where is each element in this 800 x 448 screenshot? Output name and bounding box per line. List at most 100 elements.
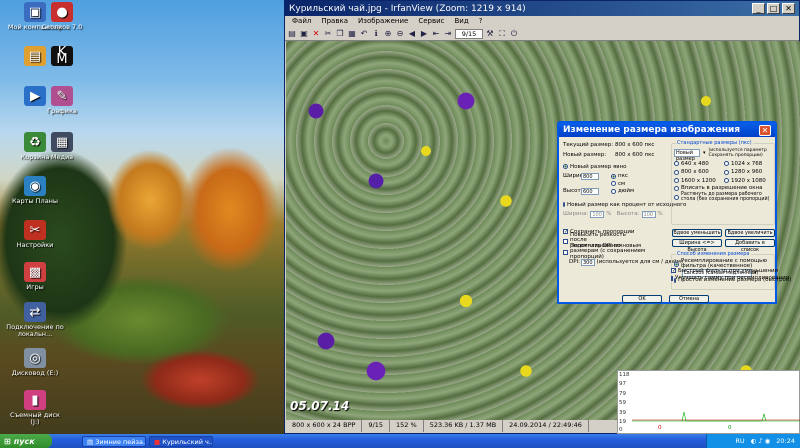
radio-px[interactable]: [611, 173, 616, 179]
swap-dimensions-button[interactable]: Ширина <=> Высота: [672, 239, 722, 253]
height-input[interactable]: 600: [581, 187, 599, 195]
exit-icon[interactable]: ⏻: [509, 29, 519, 39]
half-size-button[interactable]: Вдвое уменьшить: [672, 229, 722, 237]
tick-97: 97: [619, 381, 626, 387]
dpi-label: DPI:: [569, 259, 581, 266]
ok-button[interactable]: OK: [622, 295, 662, 303]
cut-icon[interactable]: ✂: [323, 29, 333, 39]
menu-file[interactable]: Файл: [287, 17, 316, 26]
desktop-glyph-icon: ▮: [24, 390, 46, 410]
radio-size-1600[interactable]: [674, 178, 679, 184]
undo-icon[interactable]: ↶: [359, 29, 369, 39]
desktop-icon[interactable]: K M: [32, 46, 92, 68]
method-title: Способ изменения размера: [676, 251, 751, 257]
desktop-icon[interactable]: ✂ Настройки: [5, 220, 65, 249]
pct-width-input[interactable]: 100: [590, 210, 605, 218]
desktop-glyph-icon: ▦: [51, 132, 73, 152]
monitor-legend-red: 0: [658, 425, 662, 431]
save-icon[interactable]: ▣: [299, 29, 309, 39]
language-indicator[interactable]: RU: [735, 437, 744, 445]
radio-size-640[interactable]: [674, 161, 679, 167]
radio-inch[interactable]: [611, 188, 616, 194]
folder-icon: ▤: [87, 437, 96, 446]
status-zoom: 152 %: [390, 420, 424, 432]
first-icon[interactable]: ⇤: [431, 29, 441, 39]
unit-cm: см: [618, 180, 626, 187]
window-titlebar[interactable]: Курильский чай.jpg - IrfanView (Zoom: 12…: [285, 1, 799, 16]
tick-79: 79: [619, 391, 626, 397]
prev-icon[interactable]: ◀: [407, 29, 417, 39]
copy-icon[interactable]: ❐: [335, 29, 345, 39]
minimize-button[interactable]: _: [752, 3, 765, 14]
open-icon[interactable]: ▤: [287, 29, 297, 39]
menu-image[interactable]: Изображение: [353, 17, 413, 26]
dialog-titlebar[interactable]: Изменение размера изображения ✕: [559, 123, 775, 137]
desktop-icon-label: Игры: [26, 283, 44, 291]
desktop-icon[interactable]: ⇄ Подключение по локальн...: [5, 302, 65, 338]
menu-view[interactable]: Вид: [450, 17, 474, 26]
desktop-icon[interactable]: ▩ Игры: [5, 262, 65, 291]
menu-edit[interactable]: Правка: [316, 17, 353, 26]
fast-filter-checkbox[interactable]: ✓: [671, 268, 676, 274]
zoom-out-icon[interactable]: ⊖: [395, 29, 405, 39]
desktop-icon[interactable]: ▦ Медиа: [32, 132, 92, 161]
radio-size-1280[interactable]: [724, 169, 729, 175]
status-filesize: 523.36 KB / 1.37 MB: [424, 420, 504, 432]
radio-size-1024[interactable]: [724, 161, 729, 167]
tick-0: 0: [619, 427, 623, 433]
clock[interactable]: 20:24: [776, 437, 795, 445]
desktop-glyph-icon: ⇄: [24, 302, 46, 322]
desktop-icon[interactable]: ● Сколков 7.0: [32, 2, 92, 31]
keep-proportions-checkbox[interactable]: ✓: [563, 229, 568, 235]
radio-percent[interactable]: [563, 202, 565, 208]
info-icon[interactable]: ℹ: [371, 29, 381, 39]
desktop-icon[interactable]: ▮ Съемный диск (J:): [5, 390, 65, 426]
desktop-icon-label: Настройки: [16, 241, 54, 249]
next-icon[interactable]: ▶: [419, 29, 429, 39]
radio-size-1920[interactable]: [724, 178, 729, 184]
desktop-icon[interactable]: ◉ Карты Планы: [5, 176, 65, 205]
chevron-down-icon[interactable]: ▾: [703, 150, 706, 156]
radio-resample[interactable]: [674, 261, 679, 267]
desktop-icon[interactable]: ◎ Дисковод (E:): [5, 348, 65, 377]
menu-help[interactable]: ?: [474, 17, 488, 26]
desktop-glyph-icon: ●: [51, 2, 73, 22]
radio-fit-window[interactable]: [674, 185, 679, 191]
cancel-button[interactable]: Отмена: [669, 295, 709, 303]
add-to-list-button[interactable]: Добавить в список: [725, 239, 775, 253]
delete-icon[interactable]: ✕: [311, 29, 321, 39]
settings-icon[interactable]: ⚒: [485, 29, 495, 39]
dpi-fit-checkbox[interactable]: [563, 249, 568, 255]
radio-size-800[interactable]: [674, 169, 679, 175]
gamma-checkbox[interactable]: [671, 275, 673, 281]
radio-stretch-desktop[interactable]: [674, 194, 679, 200]
dpi-input[interactable]: 300: [581, 258, 595, 266]
desktop-glyph-icon: ▩: [24, 262, 46, 282]
standard-size-select[interactable]: Новый размер: [674, 149, 700, 162]
taskbar-item-winter[interactable]: ▤ Зимние пейза...: [82, 435, 146, 447]
double-size-button[interactable]: Вдвое увеличить: [725, 229, 775, 237]
maximize-button[interactable]: □: [767, 3, 780, 14]
pct-height-input[interactable]: 100: [641, 210, 656, 218]
zoom-in-icon[interactable]: ⊕: [383, 29, 393, 39]
taskbar-item-irfanview[interactable]: ■ Курильский ч...: [149, 435, 213, 447]
desktop-glyph-icon: ✂: [24, 220, 46, 240]
width-input[interactable]: 800: [581, 172, 599, 180]
desktop-icon[interactable]: ✎ Графика: [32, 86, 92, 115]
menu-tools[interactable]: Сервис: [413, 17, 449, 26]
start-button[interactable]: ⊞ пуск: [0, 434, 52, 448]
fullscreen-icon[interactable]: ⛶: [497, 29, 507, 39]
close-button[interactable]: ✕: [782, 3, 795, 14]
size-640-label: 640 x 480: [681, 160, 709, 167]
system-tray: RU ◐ ♪ ◉ 20:24: [706, 434, 800, 448]
last-icon[interactable]: ⇥: [443, 29, 453, 39]
radio-new-size[interactable]: [563, 164, 568, 170]
tray-icons[interactable]: ◐ ♪ ◉: [751, 437, 771, 445]
standard-size-note: (используется параметр Сохранять пропорц…: [708, 148, 767, 158]
desktop-glyph-icon: ✎: [51, 86, 73, 106]
sharpen-checkbox[interactable]: [563, 238, 568, 244]
radio-cm[interactable]: [611, 181, 616, 187]
paste-icon[interactable]: ▦: [347, 29, 357, 39]
dialog-close-button[interactable]: ✕: [759, 124, 771, 136]
unit-px: пкс: [618, 173, 628, 180]
